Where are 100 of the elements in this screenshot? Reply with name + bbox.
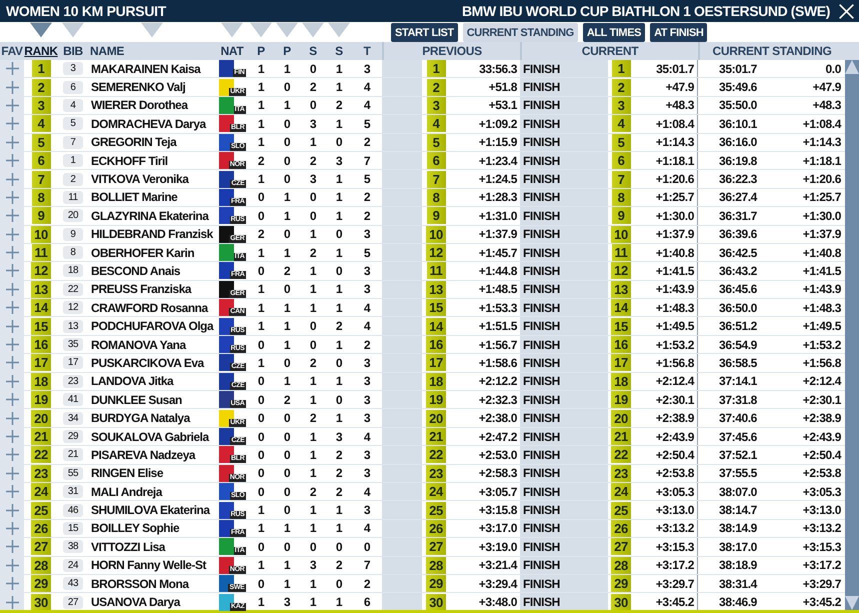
gap-cell: +1:53.2 [802, 338, 841, 352]
penalty-count: 1 [258, 300, 264, 315]
rank-badge: 27 [31, 538, 51, 556]
plus-icon[interactable] [6, 98, 18, 112]
time-cell: +3:17.2 [656, 558, 694, 572]
column-header[interactable]: S [300, 42, 326, 60]
bib-number: 41 [63, 393, 83, 406]
time-cell: +2:47.2 [478, 430, 517, 444]
time-cell: 36:42.5 [719, 246, 757, 260]
plus-icon[interactable] [6, 190, 18, 204]
plus-icon[interactable] [6, 154, 18, 168]
view-tab[interactable]: START LIST [391, 23, 458, 42]
column-header[interactable]: NAME [88, 42, 216, 60]
penalty-count: 2 [336, 466, 342, 480]
penalty-count: 0 [284, 448, 290, 462]
plus-icon[interactable] [6, 338, 18, 352]
gap-cell: +1:56.8 [802, 356, 841, 370]
view-tab[interactable]: AT FINISH [650, 23, 708, 42]
plus-icon[interactable] [6, 596, 18, 609]
plus-icon[interactable] [6, 374, 18, 388]
plus-icon[interactable] [6, 577, 18, 590]
column-header[interactable]: FAV [0, 42, 24, 60]
rank-badge: 18 [31, 372, 51, 390]
column-header[interactable]: CURRENT STANDING [698, 42, 844, 60]
column-header[interactable]: RANK [24, 42, 58, 60]
penalty-count: 2 [336, 98, 342, 112]
plus-icon[interactable] [6, 466, 18, 480]
rank-badge: 2 [612, 78, 630, 96]
penalty-count: 2 [284, 264, 290, 278]
penalty-count: 0 [284, 411, 290, 426]
rank-badge: 20 [611, 410, 631, 427]
column-header[interactable]: NAT [216, 42, 248, 60]
time-cell: 36:58.5 [719, 356, 757, 370]
column-header[interactable]: T [352, 42, 382, 60]
column-header[interactable]: P [274, 42, 300, 60]
rank-badge: 19 [31, 391, 51, 408]
rank-badge: 29 [426, 575, 446, 592]
status-cell: FINISH [520, 78, 608, 96]
penalty-count: 3 [364, 62, 370, 76]
plus-icon[interactable] [6, 504, 18, 517]
column-header[interactable]: S [326, 42, 352, 60]
plus-icon[interactable] [6, 228, 18, 241]
scrollbar[interactable] [845, 60, 859, 610]
rank-badge: 25 [426, 502, 446, 519]
view-tab[interactable]: CURRENT STANDING [462, 23, 578, 42]
plus-icon[interactable] [6, 485, 18, 498]
time-cell: 36:39.6 [719, 227, 757, 242]
penalty-count: 0 [310, 208, 316, 223]
athlete-name: ROMANOVA Yana [91, 338, 186, 352]
plus-icon[interactable] [6, 301, 18, 314]
athlete-name: RINGEN Elise [91, 466, 164, 480]
favorite-button[interactable] [0, 593, 24, 611]
view-tab[interactable]: ALL TIMES [582, 23, 646, 42]
plus-icon[interactable] [6, 393, 18, 406]
athlete-name: CRAWFORD Rosanna [91, 300, 208, 315]
plus-icon[interactable] [6, 540, 18, 554]
rank-badge: 11 [612, 244, 630, 262]
plus-icon[interactable] [6, 172, 18, 186]
penalty-count: 0 [258, 411, 264, 426]
penalty-count: 3 [364, 264, 370, 278]
column-header[interactable]: BIB [58, 42, 88, 60]
penalty-count: 0 [258, 208, 264, 223]
penalty-count: 1 [258, 172, 264, 186]
plus-icon[interactable] [6, 80, 18, 94]
plus-icon[interactable] [6, 320, 18, 333]
plus-icon[interactable] [6, 136, 18, 149]
plus-icon[interactable] [6, 356, 18, 370]
plus-icon[interactable] [6, 246, 18, 260]
penalty-count: 1 [284, 558, 290, 572]
time-cell: +1:56.7 [478, 338, 517, 352]
close-icon[interactable] [838, 2, 855, 20]
penalty-count: 3 [364, 503, 370, 518]
penalty-count: 1 [336, 208, 342, 223]
plus-icon[interactable] [6, 448, 18, 462]
penalty-count: 1 [284, 246, 290, 260]
plus-icon[interactable] [6, 430, 18, 443]
time-cell: 37:45.6 [719, 430, 757, 444]
athlete-name: PODCHUFAROVA Olga [91, 319, 214, 334]
plus-icon[interactable] [6, 117, 18, 130]
athlete-name: HORN Fanny Welle-St [91, 558, 206, 572]
bib-number: 8 [63, 246, 83, 260]
bib-number: 31 [63, 485, 83, 498]
plus-icon[interactable] [6, 62, 18, 76]
plus-icon[interactable] [6, 558, 18, 572]
time-cell: +1:56.8 [656, 356, 694, 370]
favorite-button[interactable] [0, 60, 24, 78]
plus-icon[interactable] [6, 522, 18, 535]
column-header[interactable]: P [248, 42, 274, 60]
bib-number: 29 [63, 430, 83, 443]
plus-icon[interactable] [6, 209, 18, 222]
athlete-name: DUNKLEE Susan [91, 392, 182, 407]
plus-icon[interactable] [6, 282, 18, 296]
bib-number: 15 [63, 522, 83, 535]
penalty-count: 1 [258, 62, 264, 76]
rank-badge: 22 [611, 446, 631, 464]
bib-number: 5 [63, 117, 83, 130]
penalty-count: 1 [310, 135, 316, 150]
plus-icon[interactable] [6, 264, 18, 278]
plus-icon[interactable] [6, 412, 18, 425]
athlete-name: LANDOVA Jitka [91, 374, 174, 388]
